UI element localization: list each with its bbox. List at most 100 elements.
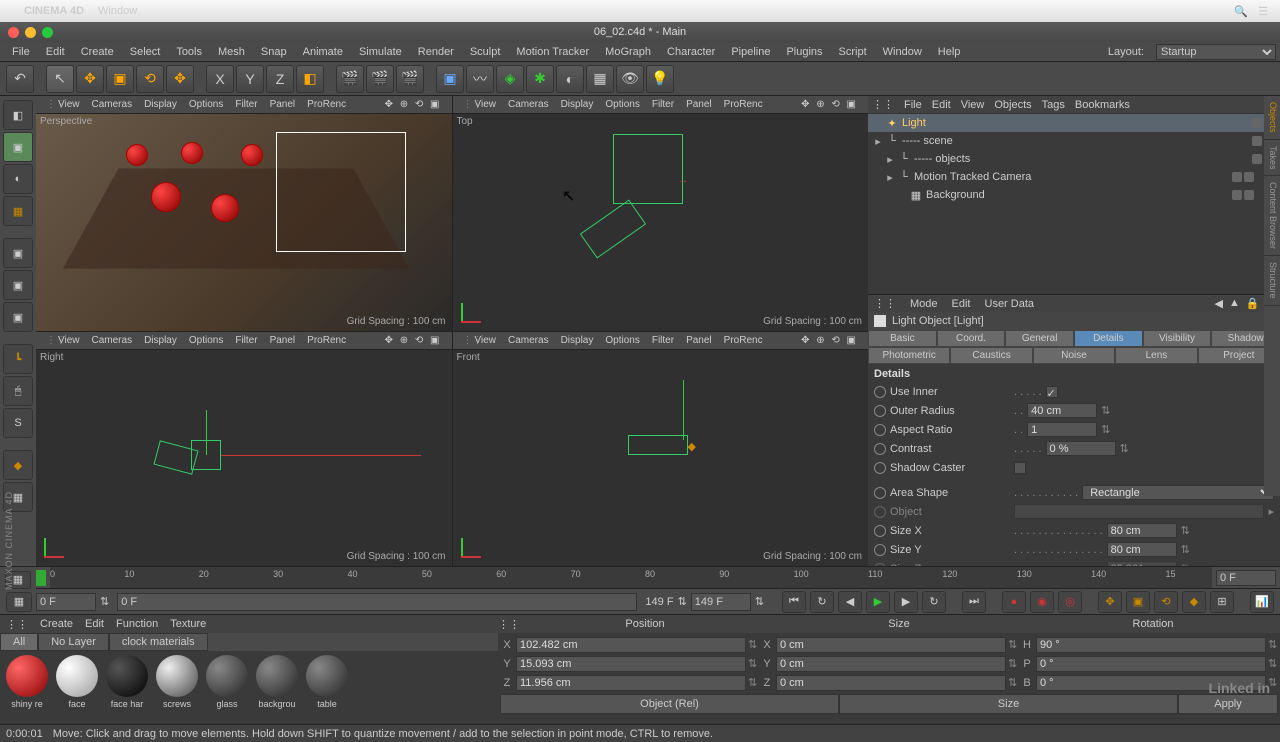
expand-icon[interactable]: ▸ — [884, 153, 896, 166]
spline-button[interactable]: 〰 — [466, 65, 494, 93]
tab-general[interactable]: General — [1005, 330, 1074, 347]
axis-y-button[interactable]: Y — [236, 65, 264, 93]
spinner-icon[interactable]: ⇅ — [100, 595, 109, 608]
mac-menu-window[interactable]: Window — [98, 5, 137, 17]
menu-simulate[interactable]: Simulate — [351, 44, 410, 60]
anim-dot[interactable] — [874, 544, 886, 556]
record-button[interactable]: ● — [1002, 591, 1026, 613]
app-name[interactable]: CINEMA 4D — [24, 5, 84, 17]
menu-script[interactable]: Script — [831, 44, 875, 60]
vp-menu-cameras[interactable]: Cameras — [86, 335, 139, 346]
vp-menu-cameras[interactable]: Cameras — [502, 99, 555, 110]
fcurve-button[interactable]: 📊 — [1250, 591, 1274, 613]
render-view-button[interactable]: 🎬 — [336, 65, 364, 93]
anim-dot[interactable] — [874, 487, 886, 499]
key-rot-button[interactable]: ⟲ — [1154, 591, 1178, 613]
size-input[interactable] — [776, 656, 1006, 672]
tab-lens[interactable]: Lens — [1115, 347, 1197, 364]
playhead[interactable] — [36, 570, 46, 586]
nav-back-icon[interactable]: ◀ — [1214, 297, 1222, 310]
expand-icon[interactable]: ▸ — [884, 171, 896, 184]
spinner-icon[interactable]: ⇅ — [1268, 657, 1278, 670]
play-button[interactable]: ▶ — [866, 591, 890, 613]
axis-button[interactable]: ┗ — [3, 344, 33, 374]
vp-menu-view[interactable]: View — [469, 99, 503, 110]
spinner-icon[interactable]: ⇅ — [1268, 638, 1278, 651]
render-region-button[interactable]: 🎬 — [366, 65, 394, 93]
mat-function[interactable]: Function — [116, 618, 158, 630]
menu-window[interactable]: Window — [875, 44, 930, 60]
menu-sculpt[interactable]: Sculpt — [462, 44, 509, 60]
vp-menu-prorender[interactable]: ProRenc — [301, 335, 352, 346]
anim-dot[interactable] — [874, 462, 886, 474]
menu-help[interactable]: Help — [930, 44, 969, 60]
menu-create[interactable]: Create — [73, 44, 122, 60]
viewport-perspective[interactable]: ⋮⋮ View Cameras Display Options Filter P… — [36, 96, 452, 331]
spinner-icon[interactable]: ⇅ — [1120, 442, 1130, 455]
area-shape-select[interactable]: Rectangle — [1082, 485, 1274, 500]
grip-icon[interactable]: ⋮⋮ — [874, 297, 896, 310]
viewport-solo-button[interactable]: 🖱 — [3, 376, 33, 406]
material-item[interactable]: glass — [204, 655, 250, 720]
size-mode-select[interactable]: Size — [839, 694, 1178, 714]
attr-mode[interactable]: Mode — [910, 298, 938, 310]
goto-start-button[interactable]: ⏮ — [782, 591, 806, 613]
grip-icon[interactable]: ⋮⋮ — [498, 618, 518, 631]
vp-menu-prorender[interactable]: ProRenc — [718, 335, 769, 346]
vp-menu-filter[interactable]: Filter — [229, 99, 263, 110]
scale-tool[interactable]: ▣ — [106, 65, 134, 93]
spinner-icon[interactable]: ⇅ — [1008, 657, 1018, 670]
grip-icon[interactable]: ⋮⋮ — [457, 99, 469, 110]
grip-icon[interactable]: ⋮⋮ — [40, 335, 52, 346]
mat-tab-clock[interactable]: clock materials — [109, 633, 208, 651]
next-frame-button[interactable]: ▶ — [894, 591, 918, 613]
loop-button[interactable]: ↻ — [810, 591, 834, 613]
viewport-top[interactable]: ⋮⋮ View Cameras Display Options Filter P… — [453, 96, 869, 331]
grip-icon[interactable]: ⋮⋮ — [872, 98, 894, 111]
menu-motion-tracker[interactable]: Motion Tracker — [508, 44, 597, 60]
link-arrow-icon[interactable]: ▸ — [1268, 505, 1274, 518]
side-tab-objects[interactable]: Objects — [1264, 96, 1280, 140]
om-bookmarks[interactable]: Bookmarks — [1075, 99, 1130, 111]
autokey-button[interactable]: ◉ — [1030, 591, 1054, 613]
nav-up-icon[interactable]: ▲ — [1229, 297, 1240, 310]
tab-noise[interactable]: Noise — [1033, 347, 1115, 364]
menu-select[interactable]: Select — [122, 44, 169, 60]
object-list[interactable]: ✦ Light ▸ └ ----- scene ▸ └ ----- object… — [868, 114, 1280, 294]
anim-dot[interactable] — [874, 525, 886, 537]
vp-menu-view[interactable]: View — [52, 99, 86, 110]
vp-menu-display[interactable]: Display — [138, 335, 183, 346]
mat-texture[interactable]: Texture — [170, 618, 206, 630]
timeline-ruler[interactable]: 010203040506070809010011012013014015 — [50, 567, 1212, 588]
size-y-input[interactable] — [1107, 542, 1177, 557]
object-row[interactable]: ▦ Background — [868, 186, 1280, 204]
vp-menu-options[interactable]: Options — [599, 99, 645, 110]
vp-menu-panel[interactable]: Panel — [264, 99, 302, 110]
move-tool[interactable]: ✥ — [76, 65, 104, 93]
light-button[interactable]: 👁 — [616, 65, 644, 93]
om-file[interactable]: File — [904, 99, 922, 111]
anim-dot[interactable] — [874, 424, 886, 436]
material-item[interactable]: table — [304, 655, 350, 720]
side-tab-content[interactable]: Content Browser — [1264, 176, 1280, 256]
make-editable-button[interactable]: ◧ — [3, 100, 33, 130]
vp-menu-display[interactable]: Display — [555, 335, 600, 346]
spinner-icon[interactable]: ⇅ — [748, 638, 758, 651]
grip-icon[interactable]: ⋮⋮ — [457, 335, 469, 346]
vp-menu-cameras[interactable]: Cameras — [502, 335, 555, 346]
size-input[interactable] — [776, 637, 1006, 653]
object-row[interactable]: ▸ └ Motion Tracked Camera — [868, 168, 1280, 186]
menu-render[interactable]: Render — [410, 44, 462, 60]
mat-tab-nolayer[interactable]: No Layer — [38, 633, 109, 651]
vp-menu-filter[interactable]: Filter — [646, 99, 680, 110]
material-item[interactable]: face har — [104, 655, 150, 720]
vp-menu-options[interactable]: Options — [183, 335, 229, 346]
spinner-icon[interactable]: ⇅ — [1181, 543, 1191, 556]
deformer-button[interactable]: ✱ — [526, 65, 554, 93]
vp-nav-icons[interactable]: ✥ ⊕ ⟲ ▣ — [379, 335, 448, 346]
key-pos-button[interactable]: ✥ — [1098, 591, 1122, 613]
tab-details[interactable]: Details — [1074, 330, 1143, 347]
current-frame-input[interactable] — [1216, 570, 1276, 586]
side-tab-structure[interactable]: Structure — [1264, 256, 1280, 306]
material-item[interactable]: shiny re — [4, 655, 50, 720]
